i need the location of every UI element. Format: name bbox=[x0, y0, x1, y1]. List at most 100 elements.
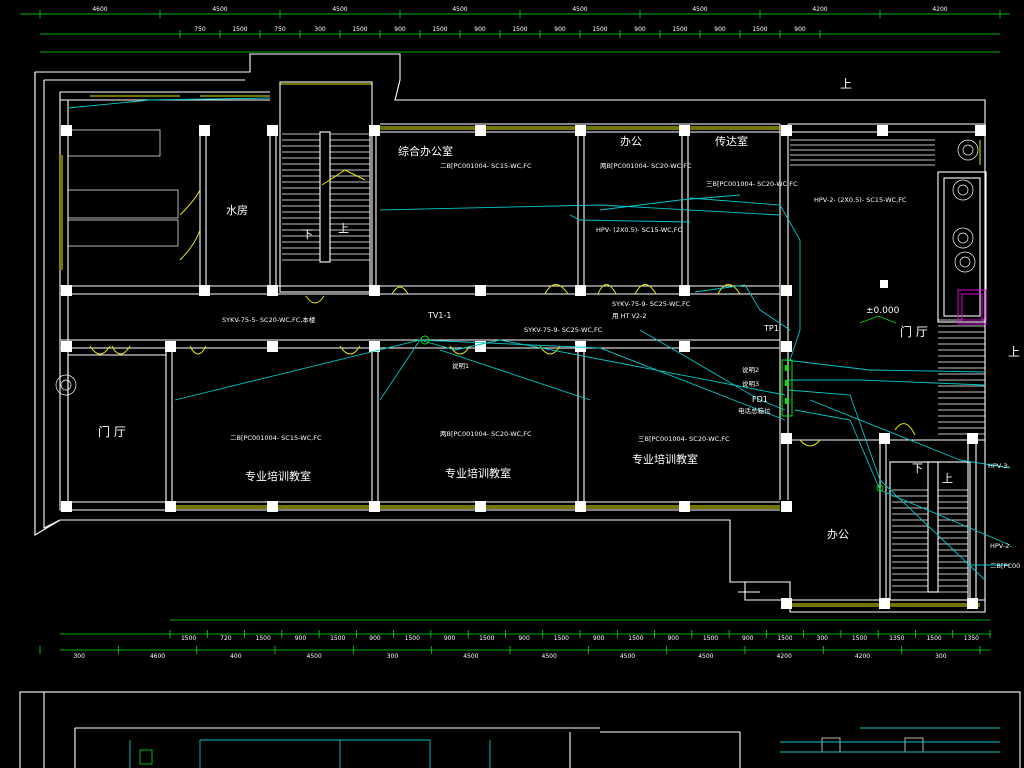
dimension-value: 1500 bbox=[672, 26, 687, 33]
dimension-value: 1500 bbox=[405, 635, 420, 642]
column bbox=[165, 341, 176, 352]
column bbox=[199, 285, 210, 296]
dimension-value: 4500 bbox=[332, 6, 347, 13]
column bbox=[61, 341, 72, 352]
column bbox=[61, 125, 72, 136]
room-label-classroom-2: 专业培训教室 bbox=[445, 466, 511, 480]
dimension-value: 1500 bbox=[432, 26, 447, 33]
cable-note-2: 两B[PC001004- SC20-WC,FC bbox=[600, 162, 692, 170]
column bbox=[369, 125, 380, 136]
dimension-value: 4500 bbox=[542, 653, 557, 660]
column bbox=[679, 125, 690, 136]
room-label-classroom-3: 专业培训教室 bbox=[632, 452, 698, 466]
cable-note-3: 三B[PC001004- SC20-WC,FC bbox=[706, 180, 798, 188]
dimension-value: 300 bbox=[935, 653, 947, 660]
dimension-value: 900 bbox=[667, 635, 679, 642]
column bbox=[975, 125, 986, 136]
cable-note-4: HPV- (2X0.5)- SC15-WC,FC bbox=[596, 226, 682, 234]
room-label-classroom-1: 专业培训教室 bbox=[245, 469, 311, 483]
cable-note-1: 二B[PC001004- SC15-WC,FC bbox=[440, 162, 532, 170]
dimension-value: 750 bbox=[274, 26, 286, 33]
dimension-value: 300 bbox=[314, 26, 326, 33]
stair-1 bbox=[279, 81, 373, 293]
floor-plan-drawing: 4600 4500 4500 4500 4500 4500 4200 4200 750 1500… bbox=[19, 6, 1021, 768]
room-label-reception: 传达室 bbox=[715, 134, 748, 148]
room-label-water-room: 水房 bbox=[226, 204, 248, 217]
dimension-value: 300 bbox=[387, 653, 399, 660]
bottom-dimension-outer: 300 4600 400 4500 300 4500 4500 4500 4500 4200 420… bbox=[73, 653, 946, 660]
cable-note-15: 二B[PC00 bbox=[990, 562, 1020, 570]
dimension-value: 900 bbox=[394, 26, 406, 33]
tp-box-label: TP1 bbox=[763, 324, 779, 333]
dimension-value: 1500 bbox=[512, 26, 527, 33]
column bbox=[369, 501, 380, 512]
panel-label: 电话总箱位 bbox=[738, 406, 771, 415]
dimension-value: 900 bbox=[518, 635, 530, 642]
dimension-value: 1350 bbox=[964, 635, 979, 642]
dimension-value: 4500 bbox=[698, 653, 713, 660]
dimension-value: 1500 bbox=[777, 635, 792, 642]
elevation-label: ±0.000 bbox=[866, 306, 900, 316]
dimension-value: 4500 bbox=[620, 653, 635, 660]
room-label-office-top: 办公 bbox=[620, 135, 642, 148]
dimension-value: 900 bbox=[295, 635, 307, 642]
cable-note-5: HPV-2- (2X0.5)- SC15-WC,FC bbox=[814, 196, 907, 204]
landscape-trees bbox=[55, 139, 979, 396]
cable-note-6: SYKV-75-5- SC20-WC,FC,本楼 bbox=[222, 315, 316, 324]
column bbox=[61, 501, 72, 512]
stair-down-label-2: 下 bbox=[912, 462, 923, 475]
note-b-label: 说明3 bbox=[742, 379, 759, 388]
dimension-value: 900 bbox=[634, 26, 646, 33]
column bbox=[781, 125, 792, 136]
doors bbox=[89, 189, 916, 447]
lower-schematic-frame bbox=[19, 691, 1021, 768]
dimension-value: 720 bbox=[220, 635, 232, 642]
dimension-value: 1500 bbox=[352, 26, 367, 33]
dimension-value: 1350 bbox=[889, 635, 904, 642]
dimension-value: 400 bbox=[230, 653, 242, 660]
dimension-value: 900 bbox=[474, 26, 486, 33]
column bbox=[781, 598, 792, 609]
column bbox=[575, 341, 586, 352]
dimension-value: 4200 bbox=[777, 653, 792, 660]
column bbox=[781, 285, 792, 296]
cable-note-10: 二B[PC001004- SC15-WC,FC bbox=[230, 434, 322, 442]
dimension-value: 900 bbox=[593, 635, 605, 642]
dimension-value: 750 bbox=[194, 26, 206, 33]
dimension-value: 900 bbox=[554, 26, 566, 33]
dimension-value: 1500 bbox=[703, 635, 718, 642]
dimension-value: 900 bbox=[714, 26, 726, 33]
cable-note-11: 两B[PC001004- SC20-WC,FC bbox=[440, 430, 532, 438]
column bbox=[267, 501, 278, 512]
column bbox=[475, 125, 486, 136]
note-a-label: 说明2 bbox=[742, 365, 759, 374]
dimension-value: 300 bbox=[73, 653, 85, 660]
light-note-label: 说明1 bbox=[452, 361, 469, 370]
dimension-value: 1500 bbox=[852, 635, 867, 642]
dimension-value: 4500 bbox=[692, 6, 707, 13]
dimension-value: 4600 bbox=[150, 653, 165, 660]
cable-note-7: SYKV-75-9- SC25-WC,FC bbox=[612, 300, 691, 308]
dimension-value: 900 bbox=[369, 635, 381, 642]
dimension-value: 900 bbox=[742, 635, 754, 642]
column bbox=[475, 501, 486, 512]
cable-note-14: HPV-2- bbox=[990, 542, 1012, 550]
column bbox=[267, 341, 278, 352]
stair-down-label-1: 下 bbox=[302, 228, 313, 241]
dimension-value: 4500 bbox=[307, 653, 322, 660]
column bbox=[781, 341, 792, 352]
dimension-value: 300 bbox=[817, 635, 829, 642]
up-arrow-label-right: 上 bbox=[1008, 345, 1020, 359]
dimension-value: 1500 bbox=[330, 635, 345, 642]
column bbox=[967, 433, 978, 444]
up-arrow-label-top: 上 bbox=[840, 77, 852, 91]
column bbox=[267, 125, 278, 136]
dimension-value: 1500 bbox=[554, 635, 569, 642]
column bbox=[267, 285, 278, 296]
column bbox=[575, 125, 586, 136]
column bbox=[879, 433, 890, 444]
stair-up-label-2: 上 bbox=[942, 472, 953, 485]
dimension-value: 4500 bbox=[452, 6, 467, 13]
dimension-value: 1500 bbox=[256, 635, 271, 642]
dimension-value: 900 bbox=[444, 635, 456, 642]
